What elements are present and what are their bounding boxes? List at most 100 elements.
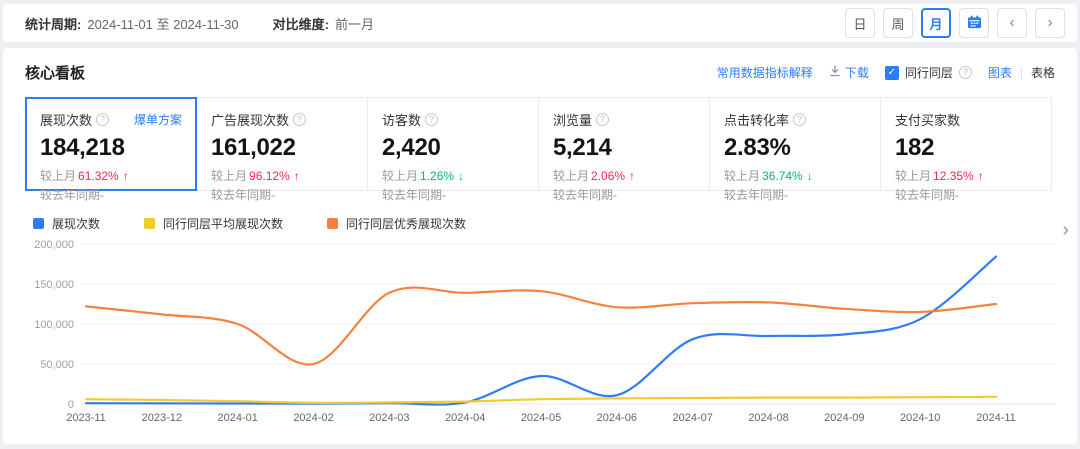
metric-title: 访客数	[382, 110, 421, 129]
view-divider: |	[1020, 66, 1023, 80]
yoy-text: 较去年同期-	[553, 186, 695, 203]
legend-swatch-blue	[33, 218, 44, 229]
download-icon	[829, 65, 841, 80]
download-label: 下载	[845, 64, 869, 81]
metric-info-icon[interactable]: ?	[293, 113, 306, 126]
metric-explain-link[interactable]: 常用数据指标解释	[717, 64, 813, 81]
cards-next-arrow[interactable]: ›	[1062, 220, 1069, 240]
metric-info-icon[interactable]: ?	[96, 113, 109, 126]
yoy-text: 较去年同期-	[40, 186, 182, 203]
date-picker-button[interactable]	[959, 8, 989, 38]
svg-text:2024-03: 2024-03	[369, 412, 409, 424]
legend-item-peer-average[interactable]: 同行同层平均展现次数	[144, 215, 283, 232]
hot-sale-plan-link[interactable]: 爆单方案	[134, 111, 182, 128]
metric-value: 2,420	[382, 134, 524, 162]
metric-value: 2.83%	[724, 134, 866, 162]
metric-card-visitors[interactable]: 访客数 ? 2,420 较上月1.26%↓ 较去年同期-	[367, 97, 539, 191]
next-period-button[interactable]: ›	[1035, 8, 1065, 38]
legend-swatch-yellow	[144, 218, 155, 229]
metric-cards-row: 展现次数 ? 爆单方案 184,218 较上月61.32%↑ 较去年同期- 广告…	[25, 97, 1055, 191]
trend-arrow-icon: ↓	[807, 169, 813, 183]
panel-header: 核心看板 常用数据指标解释 下载 ✓ 同行同层 ? 图表 | 表格	[3, 48, 1077, 95]
svg-text:2024-11: 2024-11	[976, 412, 1016, 424]
legend-item-impressions[interactable]: 展现次数	[33, 215, 100, 232]
metric-card-ad-impressions[interactable]: 广告展现次数 ? 161,022 较上月96.12%↑ 较去年同期-	[196, 97, 368, 191]
legend-item-peer-excellent[interactable]: 同行同层优秀展现次数	[327, 215, 466, 232]
metric-card-impressions[interactable]: 展现次数 ? 爆单方案 184,218 较上月61.32%↑ 较去年同期-	[25, 97, 197, 191]
metric-value: 184,218	[40, 134, 182, 162]
peer-layer-label: 同行同层	[905, 64, 953, 81]
svg-text:2024-02: 2024-02	[293, 412, 333, 424]
chevron-left-icon: ‹	[1009, 15, 1014, 31]
mom-label: 较上月	[40, 167, 76, 184]
chevron-right-icon: ›	[1047, 15, 1052, 31]
legend-label: 展现次数	[52, 215, 100, 232]
mom-value: 12.35%	[933, 169, 974, 183]
trend-arrow-icon: ↑	[629, 169, 635, 183]
metric-title: 展现次数	[40, 110, 92, 129]
metric-card-click-conversion[interactable]: 点击转化率 ? 2.83% 较上月36.74%↓ 较去年同期-	[709, 97, 881, 191]
metric-value: 161,022	[211, 134, 353, 162]
yoy-text: 较去年同期-	[724, 186, 866, 203]
metric-value: 182	[895, 134, 1037, 162]
svg-text:2024-07: 2024-07	[672, 412, 712, 424]
mom-value: 2.06%	[591, 169, 625, 183]
mom-value: 61.32%	[78, 169, 119, 183]
svg-text:2024-10: 2024-10	[900, 412, 940, 424]
prev-period-button[interactable]: ‹	[997, 8, 1027, 38]
svg-text:2023-11: 2023-11	[66, 412, 106, 424]
metric-info-icon[interactable]: ?	[596, 113, 609, 126]
svg-text:0: 0	[68, 399, 74, 411]
page-title: 核心看板	[25, 62, 85, 83]
svg-text:2024-06: 2024-06	[597, 412, 637, 424]
metric-title: 广告展现次数	[211, 110, 289, 129]
svg-text:100,000: 100,000	[34, 319, 74, 331]
table-view-tab[interactable]: 表格	[1031, 64, 1055, 81]
trend-arrow-icon: ↑	[978, 169, 984, 183]
metric-card-paying-buyers[interactable]: 支付买家数 ? 182 较上月12.35%↑ 较去年同期-	[880, 97, 1052, 191]
download-button[interactable]: 下载	[829, 64, 869, 81]
legend-label: 同行同层优秀展现次数	[346, 215, 466, 232]
mom-value: 1.26%	[420, 169, 454, 183]
panel-tools: 常用数据指标解释 下载 ✓ 同行同层 ? 图表 | 表格	[717, 64, 1055, 81]
svg-text:2024-08: 2024-08	[748, 412, 788, 424]
metric-info-icon[interactable]: ?	[425, 113, 438, 126]
compare-dimension-value: 前一月	[335, 14, 374, 33]
yoy-text: 较去年同期-	[211, 186, 353, 203]
metric-card-pageviews[interactable]: 浏览量 ? 5,214 较上月2.06%↑ 较去年同期-	[538, 97, 710, 191]
filter-bar: 统计周期: 2024-11-01 至 2024-11-30 对比维度: 前一月 …	[3, 4, 1077, 42]
granularity-month-button[interactable]: 月	[921, 8, 951, 38]
mom-value: 36.74%	[762, 169, 803, 183]
metric-title: 点击转化率	[724, 110, 789, 129]
svg-text:2024-09: 2024-09	[824, 412, 864, 424]
svg-text:150,000: 150,000	[34, 279, 74, 291]
view-toggle: 图表 | 表格	[988, 64, 1055, 81]
mom-label: 较上月	[553, 167, 589, 184]
yoy-text: 较去年同期-	[895, 186, 1037, 203]
stat-period-value: 2024-11-01 至 2024-11-30	[87, 14, 238, 33]
stat-period-label: 统计周期:	[25, 14, 81, 33]
peer-layer-info-icon[interactable]: ?	[959, 66, 972, 79]
trend-chart-area: 050,000100,000150,000200,0002023-112023-…	[28, 234, 1055, 431]
granularity-week-button[interactable]: 周	[883, 8, 913, 38]
mom-label: 较上月	[895, 167, 931, 184]
yoy-text: 较去年同期-	[382, 186, 524, 203]
mom-value: 96.12%	[249, 169, 290, 183]
metric-info-icon[interactable]: ?	[793, 113, 806, 126]
trend-arrow-icon: ↑	[294, 169, 300, 183]
calendar-icon	[967, 15, 982, 32]
trend-arrow-icon: ↑	[123, 169, 129, 183]
legend-label: 同行同层平均展现次数	[163, 215, 283, 232]
peer-layer-checkbox[interactable]: ✓ 同行同层 ?	[885, 64, 972, 81]
metric-title: 支付买家数	[895, 110, 960, 129]
compare-dimension-label: 对比维度:	[273, 14, 329, 33]
metric-title: 浏览量	[553, 110, 592, 129]
granularity-day-button[interactable]: 日	[845, 8, 875, 38]
chart-view-tab[interactable]: 图表	[988, 64, 1012, 81]
stat-period: 统计周期: 2024-11-01 至 2024-11-30	[25, 14, 239, 33]
granularity-controls: 日 周 月 ‹ ›	[845, 8, 1065, 38]
svg-text:2024-04: 2024-04	[445, 412, 485, 424]
svg-text:2024-05: 2024-05	[521, 412, 561, 424]
trend-chart: 050,000100,000150,000200,0002023-112023-…	[28, 234, 1062, 426]
mom-label: 较上月	[211, 167, 247, 184]
